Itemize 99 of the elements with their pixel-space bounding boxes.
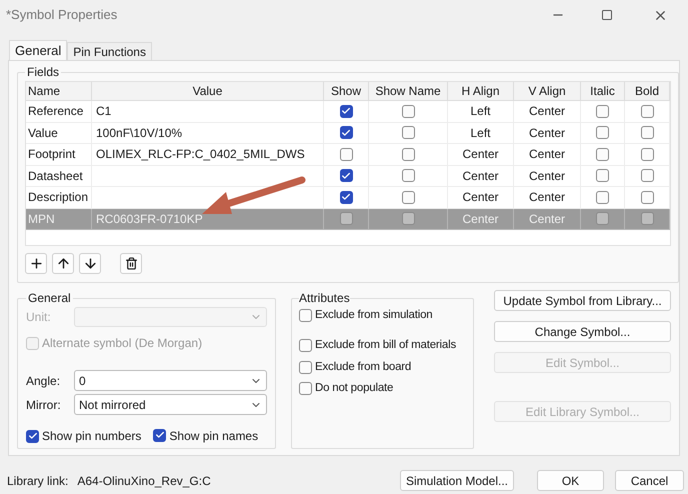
table-cell-text: Datasheet [28,168,83,185]
column-header[interactable]: Show [324,82,369,101]
dialog-button[interactable]: Cancel [615,470,684,491]
checkbox[interactable] [596,169,609,182]
plus-icon [28,256,44,271]
group-label: General [27,290,72,307]
checkbox[interactable] [402,126,414,140]
dialog-button[interactable]: OK [537,470,604,491]
checkbox[interactable] [340,104,352,118]
table-row[interactable]: Datasheet Center Center [26,166,670,187]
checkbox[interactable] [596,212,609,226]
table-cell-text: Center [528,168,566,185]
mirror-dropdown[interactable]: Not mirrored [74,394,267,415]
add-button[interactable] [25,253,47,274]
table-cell-text: Center [462,168,499,185]
checkbox[interactable] [640,190,654,204]
table-cell-text: Center [528,189,566,206]
table-cell-text: 100nF\10V/10% [96,124,182,142]
checkbox[interactable] [340,169,352,182]
table-row[interactable]: Footprint OLIMEX_RLC-FP:C_0402_5MIL_DWS Center Center [26,144,670,166]
table-cell-text: RC0603FR-0710KP [96,210,203,228]
column-header[interactable]: Show Name [369,82,448,101]
column-header[interactable]: Name [26,82,92,101]
checkbox[interactable] [402,169,414,182]
table-row[interactable]: Value 100nF\10V/10% Left Center [26,122,670,144]
checkbox[interactable] [340,190,352,204]
maximize-icon[interactable] [601,9,613,21]
group-label: Fields [26,64,60,81]
checkbox[interactable] [402,148,414,161]
table-cell-text: Description [28,189,88,206]
checkbox[interactable] [640,126,654,140]
checkbox[interactable] [340,126,352,140]
move-up-button[interactable] [52,253,74,274]
table-cell-text: Center [528,103,566,120]
checkbox[interactable] [596,190,609,204]
table-cell-text: Center [528,210,566,228]
checkbox[interactable] [640,104,654,118]
column-header[interactable]: Italic [581,82,625,101]
library-link-value: A64-OlinuXino_Rev_G:C [77,472,211,490]
table-cell-text: Left [470,103,490,120]
angle-dropdown[interactable]: 0 [74,370,267,391]
checkbox[interactable] [596,126,609,140]
mirror-value: Not mirrored [79,396,146,414]
action-button[interactable]: Update Symbol from Library... [494,290,671,311]
table-cell-text: OLIMEX_RLC-FP:C_0402_5MIL_DWS [96,146,305,164]
checkbox[interactable] [299,339,312,352]
checkbox-label: Show pin numbers [42,428,142,445]
checkbox-label: Show pin names [169,428,258,445]
checkbox[interactable] [640,148,654,161]
checkbox-label: Do not populate [315,380,394,396]
column-header[interactable]: H Align [448,82,514,101]
checkbox-label: Exclude from simulation [315,308,432,323]
table-cell-text: Footprint [28,146,76,164]
checkbox-label: Exclude from board [315,360,412,374]
checkbox[interactable] [596,104,609,118]
checkbox[interactable] [640,169,654,182]
move-down-button[interactable] [79,253,101,274]
column-header[interactable]: Value [92,82,324,101]
angle-label: Angle: [26,372,62,390]
down-arrow-icon [82,256,98,271]
checkbox[interactable] [340,148,352,161]
column-header[interactable]: V Align [514,82,581,101]
window-title: *Symbol Properties [6,6,118,24]
table-cell-text: Center [528,124,566,142]
column-header[interactable]: Bold [625,82,670,101]
checkbox-label: Exclude from bill of materials [315,338,456,354]
checkbox[interactable] [26,430,39,442]
checkbox[interactable] [596,148,609,161]
table-cell-text: Left [470,124,490,142]
library-link-label: Library link: [7,472,68,490]
table-cell-text: Value [28,124,58,142]
table-cell-text: Center [462,146,499,164]
angle-value: 0 [79,372,86,390]
tab[interactable]: General [9,40,68,60]
checkbox[interactable] [640,212,654,226]
mirror-label: Mirror: [26,396,62,414]
table-cell-text: Reference [28,103,84,120]
unit-label: Unit: [26,309,52,326]
tab[interactable]: Pin Functions [67,42,152,60]
checkbox[interactable] [299,382,312,395]
table-cell-text: C1 [96,103,112,120]
trash-icon [124,257,138,270]
dialog-button[interactable]: Simulation Model... [400,470,514,491]
group-label: Attributes [299,290,350,307]
checkbox[interactable] [299,360,312,374]
checkbox[interactable] [153,428,166,442]
table-cell-text: Center [462,189,499,206]
table-cell-text: MPN [28,210,55,228]
checkbox[interactable] [402,104,414,118]
table-cell-text: Center [528,146,566,164]
checkbox[interactable] [402,190,414,204]
checkbox[interactable] [340,212,352,226]
checkbox[interactable] [299,309,312,322]
table-row[interactable]: Reference C1 Left Center [26,101,670,122]
checkbox[interactable] [402,212,414,226]
checkbox-label: Alternate symbol (De Morgan) [42,335,202,352]
table-cell-text: Center [462,210,499,228]
action-button[interactable]: Change Symbol... [494,321,671,342]
delete-button[interactable] [120,253,142,274]
